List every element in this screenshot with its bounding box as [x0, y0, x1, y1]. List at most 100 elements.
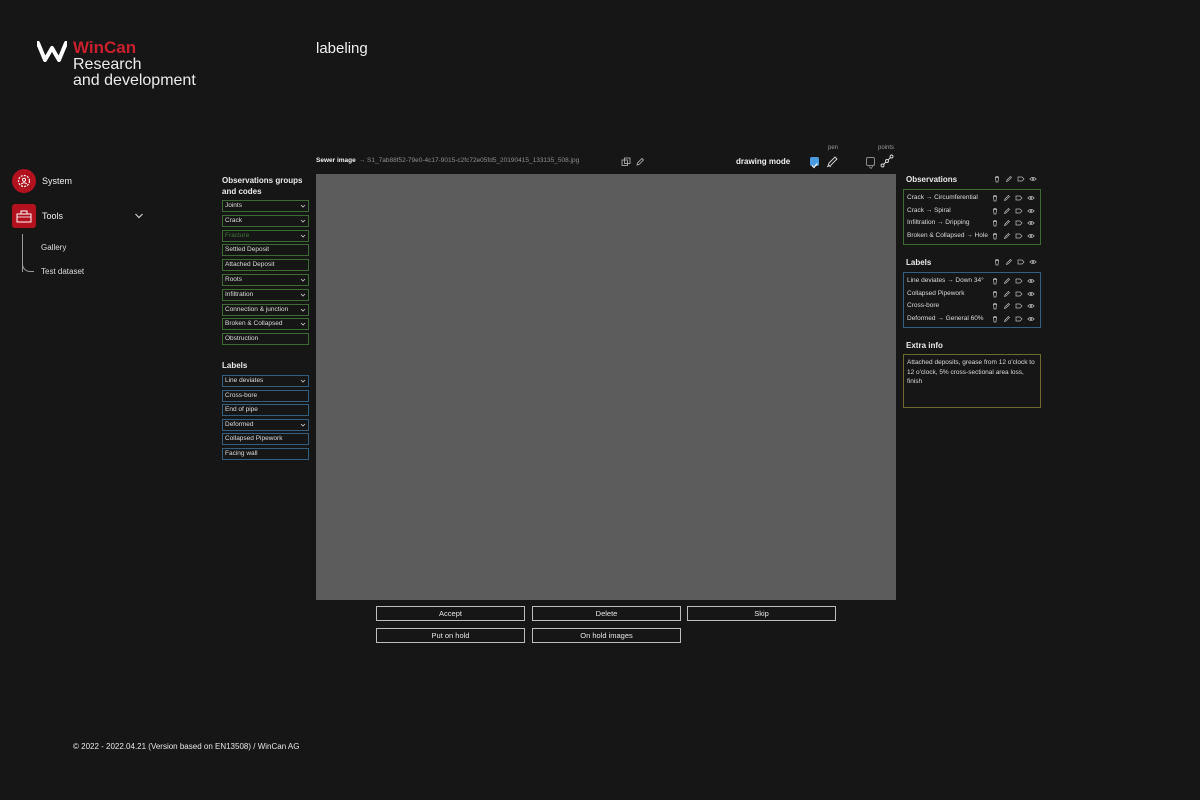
observation-select[interactable]: Roots [222, 274, 309, 286]
label-tag-icon[interactable] [1015, 290, 1023, 298]
edit-icon[interactable] [1003, 232, 1011, 240]
brand-subtitle: Research and development [73, 56, 196, 89]
wincan-logo-icon [37, 41, 67, 62]
list-item-label: Cross-bore [907, 302, 940, 310]
trash-icon[interactable] [991, 232, 999, 240]
eye-icon[interactable] [1027, 290, 1035, 298]
edit-icon[interactable] [1003, 219, 1011, 227]
chevron-down-icon [300, 323, 306, 326]
label-select[interactable]: End of pipe [222, 404, 309, 417]
observation-select[interactable]: Connection & junction [222, 303, 309, 316]
list-item[interactable]: Collapsed Pipework [907, 288, 1037, 301]
observation-select[interactable]: Joints [222, 200, 309, 212]
edit-icon[interactable] [1003, 315, 1011, 323]
row-actions [991, 277, 1035, 285]
edit-icon[interactable] [1005, 175, 1013, 183]
trash-icon[interactable] [991, 219, 999, 227]
row-actions [991, 302, 1035, 310]
eye-icon[interactable] [1029, 175, 1037, 183]
label-tag-icon[interactable] [1017, 258, 1025, 266]
on-hold-images-button[interactable]: On hold images [532, 628, 681, 643]
list-item[interactable]: Crack → Spiral [907, 205, 1037, 218]
trash-icon[interactable] [993, 258, 1001, 266]
list-item[interactable]: Broken & Collapsed → Hole [907, 230, 1037, 243]
trash-icon[interactable] [991, 315, 999, 323]
eye-icon[interactable] [1027, 232, 1035, 240]
page-title: labeling [316, 40, 368, 57]
list-item[interactable]: Infiltration → Dripping [907, 217, 1037, 230]
trash-icon[interactable] [991, 194, 999, 202]
pen-checkbox[interactable] [810, 157, 819, 169]
copy-icon[interactable] [621, 157, 631, 167]
label-tag-icon[interactable] [1015, 315, 1023, 323]
eye-icon[interactable] [1027, 194, 1035, 202]
pen-icon[interactable] [826, 155, 839, 168]
observation-select[interactable]: Crack [222, 214, 309, 227]
extra-info-field[interactable]: Attached deposits, grease from 12 o'cloc… [903, 354, 1041, 408]
observation-select[interactable]: Obstruction [222, 333, 309, 346]
skip-button[interactable]: Skip [687, 606, 836, 621]
pen-caption: pen [828, 145, 839, 151]
select-label: Facing wall [225, 450, 258, 457]
trash-icon[interactable] [991, 302, 999, 310]
sidebar-item-gallery[interactable]: Gallery [41, 243, 66, 252]
edit-icon[interactable] [1003, 302, 1011, 310]
put-on-hold-button[interactable]: Put on hold [376, 628, 525, 643]
label-select[interactable]: Deformed [222, 418, 309, 431]
trash-icon[interactable] [991, 207, 999, 215]
trash-icon[interactable] [991, 290, 999, 298]
eye-icon[interactable] [1027, 207, 1035, 215]
trash-icon[interactable] [991, 277, 999, 285]
image-canvas[interactable] [316, 174, 896, 600]
eye-icon[interactable] [1027, 277, 1035, 285]
row-actions [991, 232, 1035, 240]
edit-icon[interactable] [635, 157, 645, 167]
label-select[interactable]: Line deviates [222, 375, 309, 387]
observation-select[interactable]: Attached Deposit [222, 259, 309, 272]
points-checkbox[interactable] [866, 157, 875, 170]
label-tag-icon[interactable] [1015, 277, 1023, 285]
observation-select[interactable]: Settled Deposit [222, 244, 309, 257]
list-item[interactable]: Line deviates → Down 34° [907, 275, 1037, 288]
edit-icon[interactable] [1005, 258, 1013, 266]
list-item[interactable]: Crack → Circumferential [907, 192, 1037, 205]
list-item[interactable]: Deformed → General 60% [907, 313, 1037, 326]
label-tag-icon[interactable] [1015, 194, 1023, 202]
observation-select[interactable]: Infiltration [222, 288, 309, 301]
trash-icon[interactable] [993, 175, 1001, 183]
sidebar-item-test-dataset[interactable]: Test dataset [41, 267, 84, 276]
edit-icon[interactable] [1003, 290, 1011, 298]
chevron-down-icon [300, 219, 306, 223]
label-select[interactable]: Facing wall [222, 448, 309, 460]
sidebar-item-system[interactable]: System [12, 169, 72, 193]
eye-icon[interactable] [1027, 302, 1035, 310]
edit-icon[interactable] [1003, 207, 1011, 215]
list-item-label: Deformed → General 60% [907, 314, 984, 322]
observation-select[interactable]: Fracture [222, 229, 309, 242]
select-label: Attached Deposit [225, 261, 275, 269]
edit-icon[interactable] [1003, 194, 1011, 202]
observations-panel-title: Observations [906, 175, 958, 184]
label-select[interactable]: Collapsed Pipework [222, 433, 309, 446]
select-label: Settled Deposit [225, 246, 270, 254]
accept-button[interactable]: Accept [376, 606, 525, 621]
label-tag-icon[interactable] [1015, 302, 1023, 310]
label-tag-icon[interactable] [1015, 232, 1023, 240]
select-label: Roots [225, 276, 242, 283]
label-select[interactable]: Cross-bore [222, 389, 309, 402]
label-tag-icon[interactable] [1015, 207, 1023, 215]
eye-icon[interactable] [1027, 315, 1035, 323]
eye-icon[interactable] [1027, 219, 1035, 227]
edit-icon[interactable] [1003, 277, 1011, 285]
select-label: Broken & Collapsed [225, 320, 283, 328]
points-icon[interactable] [880, 154, 894, 168]
label-tag-icon[interactable] [1017, 175, 1025, 183]
delete-button[interactable]: Delete [532, 606, 681, 621]
sidebar-item-tools[interactable]: Tools [12, 204, 63, 228]
chevron-down-icon[interactable] [134, 211, 144, 221]
label-tag-icon[interactable] [1015, 219, 1023, 227]
list-item[interactable]: Cross-bore [907, 300, 1037, 313]
observation-select[interactable]: Broken & Collapsed [222, 318, 309, 331]
eye-icon[interactable] [1029, 258, 1037, 266]
list-item-label: Collapsed Pipework [907, 289, 965, 297]
